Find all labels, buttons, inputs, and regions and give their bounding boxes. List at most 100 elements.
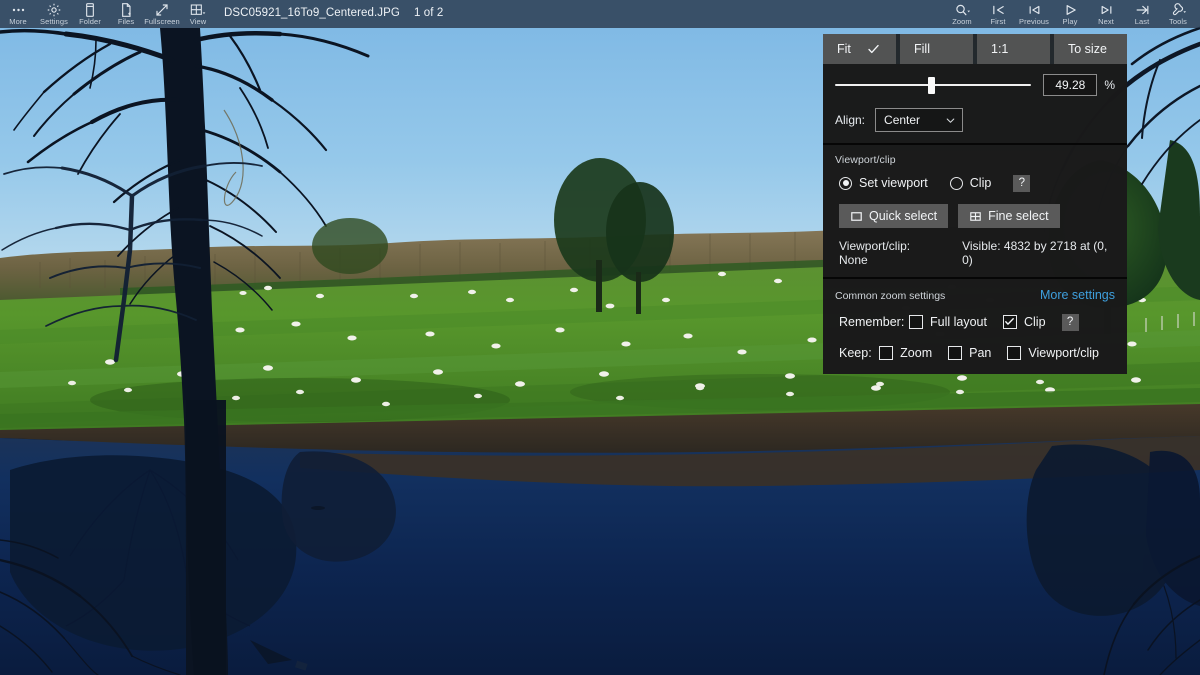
viewport-clip-section-label: Viewport/clip	[835, 154, 1115, 166]
chevron-down-icon	[945, 115, 956, 126]
check-icon	[867, 43, 880, 56]
more-button[interactable]: More	[0, 0, 36, 28]
next-button-label: Next	[1098, 18, 1114, 26]
remember-label: Remember:	[839, 315, 909, 329]
checkbox-keep-zoom-label: Zoom	[900, 346, 932, 360]
quick-select-button[interactable]: Quick select	[839, 204, 948, 228]
zoom-slider-row: 49.28 %	[835, 73, 1115, 97]
skip-first-icon	[990, 1, 1007, 18]
common-zoom-settings-section: Common zoom settings More settings Remem…	[823, 277, 1127, 374]
grid-view-icon	[189, 1, 207, 18]
tab-to-size[interactable]: To size	[1054, 34, 1127, 64]
first-button-label: First	[990, 18, 1005, 26]
zoom-slider-thumb[interactable]	[928, 77, 935, 94]
last-button[interactable]: Last	[1124, 0, 1160, 28]
viewport-clip-status: Viewport/clip: None	[839, 239, 938, 267]
checkbox-keep-pan[interactable]: Pan	[948, 346, 991, 360]
zoom-button[interactable]: Zoom	[944, 0, 980, 28]
zoom-level-section: 49.28 % Align: Center	[823, 64, 1127, 143]
quick-select-label: Quick select	[869, 209, 937, 223]
remember-row: Remember: Full layout Clip ?	[835, 311, 1115, 333]
zoom-panel-body: 49.28 % Align: Center	[823, 64, 1127, 374]
viewport-clip-radio-group: Set viewport Clip ?	[835, 173, 1115, 193]
tools-button[interactable]: Tools	[1160, 0, 1196, 28]
square-outline-icon	[850, 210, 863, 223]
files-button-label: Files	[118, 18, 134, 26]
tab-one-to-one-label: 1:1	[991, 42, 1008, 56]
align-row: Align: Center	[835, 107, 1115, 133]
align-label: Align:	[835, 113, 865, 127]
tab-fit[interactable]: Fit	[823, 34, 896, 64]
zoom-unit-label: %	[1104, 78, 1115, 92]
tab-one-to-one[interactable]: 1:1	[977, 34, 1050, 64]
toolbar-left-group: More Settings Folder	[0, 0, 443, 28]
previous-button[interactable]: Previous	[1016, 0, 1052, 28]
file-title: DSC05921_16To9_Centered.JPG	[224, 7, 400, 19]
play-icon	[1062, 1, 1079, 18]
previous-button-label: Previous	[1019, 18, 1049, 26]
viewport-status-row: Viewport/clip: None Visible: 4832 by 271…	[835, 239, 1115, 267]
radio-dot-icon	[839, 177, 852, 190]
common-settings-label: Common zoom settings	[835, 290, 945, 302]
play-button[interactable]: Play	[1052, 0, 1088, 28]
skip-last-icon	[1134, 1, 1151, 18]
viewport-help-button[interactable]: ?	[1013, 175, 1030, 192]
folder-button-label: Folder	[79, 18, 101, 26]
file-title-group: DSC05921_16To9_Centered.JPG 1 of 2	[224, 3, 443, 23]
fine-select-button[interactable]: Fine select	[958, 204, 1059, 228]
first-button[interactable]: First	[980, 0, 1016, 28]
fullscreen-button[interactable]: Fullscreen	[144, 0, 180, 28]
step-next-icon	[1098, 1, 1115, 18]
zoom-mode-tabs: Fit Fill 1:1 To size	[823, 34, 1127, 64]
checkbox-keep-viewport-clip-label: Viewport/clip	[1028, 346, 1099, 360]
next-button[interactable]: Next	[1088, 0, 1124, 28]
tools-button-label: Tools	[1169, 18, 1187, 26]
radio-dot-icon	[950, 177, 963, 190]
folder-icon	[82, 1, 98, 18]
checkbox-box-icon	[1003, 315, 1017, 329]
magnifier-icon	[954, 1, 971, 18]
files-icon	[118, 1, 134, 18]
more-settings-link[interactable]: More settings	[1040, 288, 1115, 302]
checkbox-full-layout-label: Full layout	[930, 315, 987, 329]
align-select[interactable]: Center	[875, 108, 963, 132]
checkbox-keep-viewport-clip[interactable]: Viewport/clip	[1007, 346, 1099, 360]
gear-icon	[46, 1, 62, 18]
common-settings-header: Common zoom settings More settings	[835, 288, 1115, 302]
select-buttons-row: Quick select Fine select	[835, 203, 1115, 229]
folder-button[interactable]: Folder	[72, 0, 108, 28]
fullscreen-arrows-icon	[154, 1, 170, 18]
keep-row: Keep: Zoom Pan Viewport/clip	[835, 342, 1115, 364]
settings-button[interactable]: Settings	[36, 0, 72, 28]
settings-button-label: Settings	[40, 18, 68, 26]
image-counter: 1 of 2	[414, 7, 443, 19]
radio-clip[interactable]: Clip	[950, 176, 992, 190]
tab-fit-label: Fit	[837, 42, 851, 56]
checkbox-box-icon	[1007, 346, 1021, 360]
tab-fill-label: Fill	[914, 42, 930, 56]
top-toolbar: More Settings Folder	[0, 0, 1200, 28]
align-select-value: Center	[884, 113, 945, 127]
keep-label: Keep:	[839, 346, 879, 360]
view-button-label: View	[190, 18, 207, 26]
checkbox-box-icon	[879, 346, 893, 360]
checkbox-keep-pan-label: Pan	[969, 346, 991, 360]
checkbox-keep-zoom[interactable]: Zoom	[879, 346, 932, 360]
zoom-slider[interactable]	[835, 75, 1031, 95]
play-button-label: Play	[1063, 18, 1078, 26]
checkbox-full-layout[interactable]: Full layout	[909, 315, 987, 329]
checkbox-remember-clip-label: Clip	[1024, 315, 1046, 329]
remember-help-button[interactable]: ?	[1062, 314, 1079, 331]
toolbar-right-group: Zoom First Previous	[944, 0, 1200, 28]
radio-set-viewport[interactable]: Set viewport	[839, 176, 928, 190]
last-button-label: Last	[1135, 18, 1150, 26]
grid-select-icon	[969, 210, 982, 223]
files-button[interactable]: Files	[108, 0, 144, 28]
tab-fill[interactable]: Fill	[900, 34, 973, 64]
checkbox-remember-clip[interactable]: Clip	[1003, 315, 1046, 329]
zoom-settings-panel: Fit Fill 1:1 To size	[823, 34, 1127, 374]
view-button[interactable]: View	[180, 0, 216, 28]
zoom-value-input[interactable]: 49.28	[1043, 74, 1097, 96]
radio-set-viewport-label: Set viewport	[859, 176, 928, 190]
radio-clip-label: Clip	[970, 176, 992, 190]
